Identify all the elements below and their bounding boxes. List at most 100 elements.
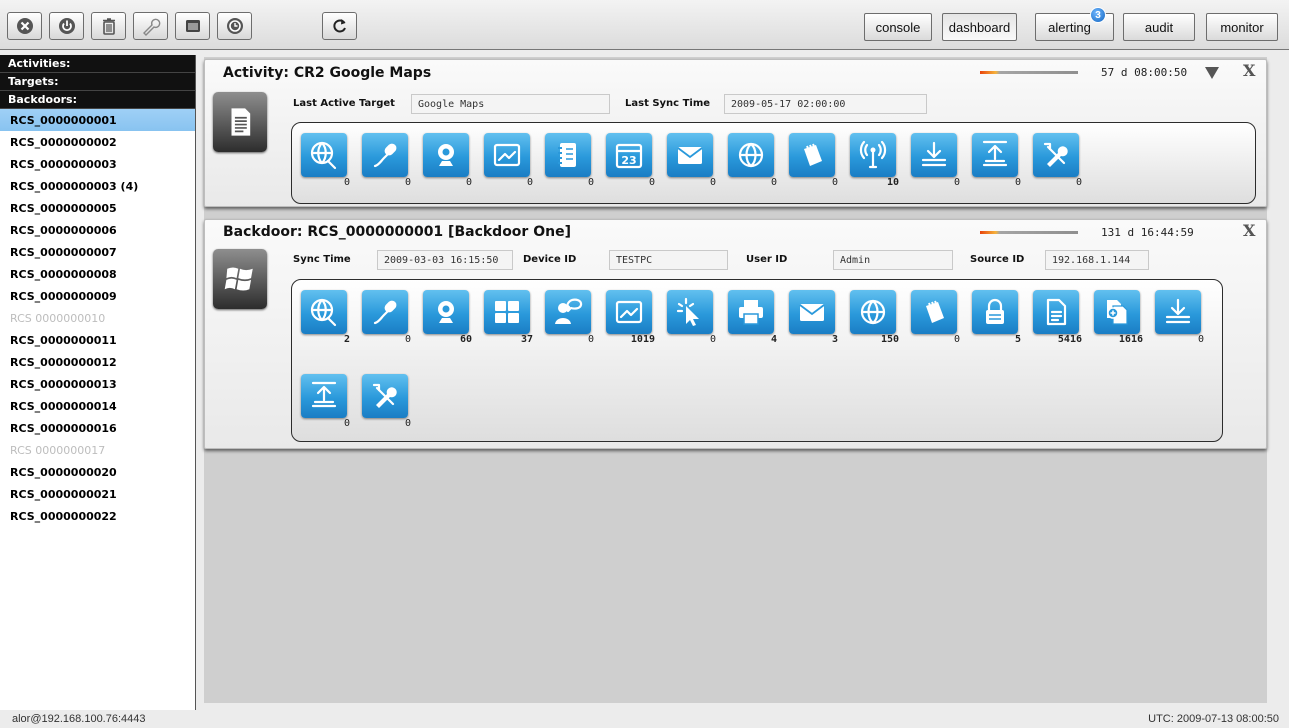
url-globe-icon[interactable] (850, 290, 896, 334)
device-note-icon[interactable] (911, 290, 957, 334)
module-tile[interactable]: 0 (296, 133, 350, 189)
globe-phone-icon[interactable] (301, 290, 347, 334)
module-tile[interactable]: 1616 (1089, 290, 1143, 346)
module-tile[interactable]: 10 (845, 133, 899, 189)
targets-header[interactable]: Targets: (0, 73, 195, 91)
globe-phone-icon[interactable] (301, 133, 347, 177)
tools-icon[interactable] (1033, 133, 1079, 177)
module-tile[interactable]: 0 (906, 290, 960, 346)
module-tile[interactable]: 0 (662, 133, 716, 189)
sidebar-item-backdoor[interactable]: RCS_0000000006 (0, 219, 195, 241)
module-count: 0 (465, 177, 472, 188)
sidebar-item-backdoor[interactable]: RCS_0000000014 (0, 395, 195, 417)
sidebar-item-backdoor[interactable]: RCS_0000000001 (0, 109, 195, 131)
download-icon[interactable] (1155, 290, 1201, 334)
module-tile[interactable]: 37 (479, 290, 533, 346)
sidebar-item-backdoor[interactable]: RCS_0000000005 (0, 197, 195, 219)
module-tile[interactable]: 0 (784, 133, 838, 189)
close-circle-icon[interactable] (7, 12, 42, 40)
clock-icon[interactable] (217, 12, 252, 40)
module-tile[interactable]: 150 (845, 290, 899, 346)
screenshot-icon[interactable] (484, 133, 530, 177)
module-tile[interactable]: 5 (967, 290, 1021, 346)
module-tile[interactable]: 60 (418, 290, 472, 346)
keylog-icon[interactable] (484, 290, 530, 334)
download-icon[interactable] (911, 133, 957, 177)
sidebar-item-backdoor[interactable]: RCS_0000000009 (0, 285, 195, 307)
module-tile[interactable]: 5416 (1028, 290, 1082, 346)
module-tile[interactable]: 0 (479, 133, 533, 189)
monitor-button[interactable]: monitor (1206, 13, 1278, 41)
sidebar-item-backdoor[interactable]: RCS_0000000003 (4) (0, 175, 195, 197)
module-tile[interactable]: 0 (357, 374, 411, 430)
tools-icon[interactable] (362, 374, 408, 418)
console-button[interactable]: console (864, 13, 932, 41)
module-tile[interactable]: 0 (540, 133, 594, 189)
envelope-icon[interactable] (789, 290, 835, 334)
trash-icon[interactable] (91, 12, 126, 40)
wrench-icon[interactable] (133, 12, 168, 40)
backdoors-header[interactable]: Backdoors: (0, 91, 195, 109)
window-icon[interactable] (175, 12, 210, 40)
microphone-icon[interactable] (362, 133, 408, 177)
module-tile[interactable]: 2 (296, 290, 350, 346)
sidebar-item-backdoor[interactable]: RCS_0000000011 (0, 329, 195, 351)
module-tile[interactable]: 0 (357, 290, 411, 346)
upload-icon[interactable] (301, 374, 347, 418)
module-tile[interactable]: 0 (540, 290, 594, 346)
sidebar-item-backdoor[interactable]: RCS_0000000016 (0, 417, 195, 439)
sidebar-item-backdoor[interactable]: RCS_0000000003 (0, 153, 195, 175)
alerting-button[interactable]: alerting 3 (1035, 7, 1114, 41)
module-tile[interactable]: 0 (662, 290, 716, 346)
sidebar-item-backdoor[interactable]: RCS_0000000008 (0, 263, 195, 285)
chat-icon[interactable] (545, 290, 591, 334)
password-lock-icon[interactable] (972, 290, 1018, 334)
sidebar-item-backdoor[interactable]: RCS_0000000012 (0, 351, 195, 373)
sidebar-item-backdoor[interactable]: RCS 0000000010 (0, 307, 195, 329)
sidebar-item-backdoor[interactable]: RCS_0000000020 (0, 461, 195, 483)
screenshot-icon[interactable] (606, 290, 652, 334)
power-icon[interactable] (49, 12, 84, 40)
antenna-icon[interactable] (850, 133, 896, 177)
sidebar-item-backdoor[interactable]: RCS_0000000013 (0, 373, 195, 395)
upload-icon[interactable] (972, 133, 1018, 177)
module-tile[interactable]: 0 (418, 133, 472, 189)
module-tile[interactable]: 4 (723, 290, 777, 346)
module-tile[interactable]: 23 0 (601, 133, 655, 189)
module-tile[interactable]: 0 (1028, 133, 1082, 189)
file-capture-icon[interactable] (1094, 290, 1140, 334)
sidebar-item-backdoor[interactable]: RCS_0000000007 (0, 241, 195, 263)
module-tile[interactable]: 1019 (601, 290, 655, 346)
refresh-icon[interactable] (322, 12, 357, 40)
sidebar-item-backdoor[interactable]: RCS_0000000021 (0, 483, 195, 505)
sync-time-label: Sync Time (293, 254, 351, 265)
backdoor-progress-bar (980, 231, 1078, 234)
sidebar-item-backdoor[interactable]: RCS 0000000017 (0, 439, 195, 461)
close-icon[interactable]: X (1243, 221, 1255, 240)
activities-header[interactable]: Activities: (0, 55, 195, 73)
calendar-icon[interactable]: 23 (606, 133, 652, 177)
module-tile[interactable]: 0 (723, 133, 777, 189)
envelope-icon[interactable] (667, 133, 713, 177)
webcam-icon[interactable] (423, 290, 469, 334)
sidebar-item-backdoor[interactable]: RCS_0000000002 (0, 131, 195, 153)
printer-icon[interactable] (728, 290, 774, 334)
module-tile[interactable]: 0 (296, 374, 350, 430)
file-icon[interactable] (1033, 290, 1079, 334)
url-globe-icon[interactable] (728, 133, 774, 177)
dashboard-button[interactable]: dashboard (942, 13, 1017, 41)
module-tile[interactable]: 0 (1150, 290, 1204, 346)
module-tile[interactable]: 0 (906, 133, 960, 189)
device-note-icon[interactable] (789, 133, 835, 177)
mouse-click-icon[interactable] (667, 290, 713, 334)
collapse-icon[interactable] (1205, 67, 1219, 79)
sidebar-item-backdoor[interactable]: RCS_0000000022 (0, 505, 195, 527)
module-tile[interactable]: 0 (967, 133, 1021, 189)
audit-button[interactable]: audit (1123, 13, 1195, 41)
webcam-icon[interactable] (423, 133, 469, 177)
close-icon[interactable]: X (1243, 61, 1255, 80)
module-tile[interactable]: 3 (784, 290, 838, 346)
module-tile[interactable]: 0 (357, 133, 411, 189)
addressbook-icon[interactable] (545, 133, 591, 177)
microphone-icon[interactable] (362, 290, 408, 334)
